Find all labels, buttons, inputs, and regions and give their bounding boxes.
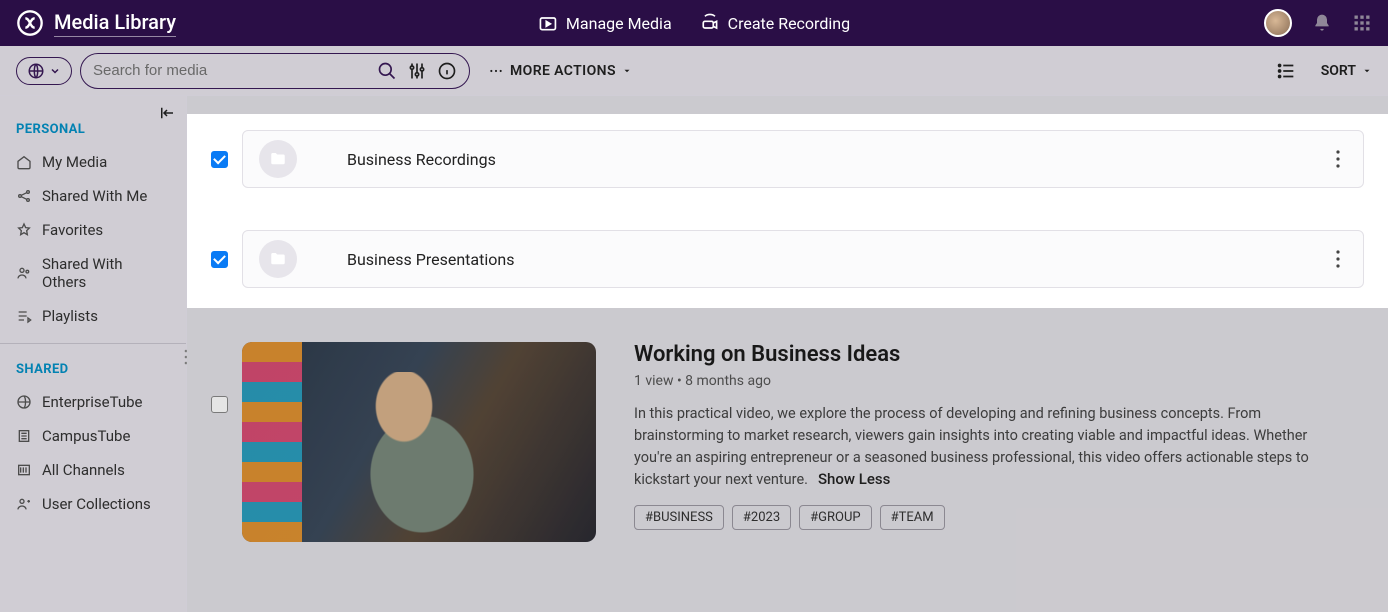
content-area: Business Recordings Business Presentatio… <box>187 96 1388 612</box>
media-description: In this practical video, we explore the … <box>634 403 1340 491</box>
selection-highlight-zone: Business Recordings Business Presentatio… <box>187 114 1388 308</box>
sidebar-item-label: Shared With Others <box>42 255 170 291</box>
logo-icon <box>16 9 44 37</box>
caret-down-icon <box>622 66 632 76</box>
sidebar-item-my-media[interactable]: My Media <box>0 145 186 179</box>
media-checkbox[interactable] <box>211 396 228 413</box>
sidebar-item-label: EnterpriseTube <box>42 393 143 411</box>
folder-play-icon <box>538 13 558 33</box>
sort-button[interactable]: SORT <box>1321 63 1372 79</box>
sidebar-item-campustube[interactable]: CampusTube <box>0 419 186 453</box>
sidebar-section-shared: SHARED <box>0 344 186 385</box>
sidebar-item-label: Playlists <box>42 307 98 325</box>
tags-row: #BUSINESS #2023 #GROUP #TEAM <box>634 505 1340 530</box>
scope-dropdown[interactable] <box>16 57 72 85</box>
chevron-down-icon <box>49 65 61 77</box>
sidebar-item-label: Favorites <box>42 221 103 239</box>
folder-more-button[interactable] <box>1329 243 1347 275</box>
toolbar: MORE ACTIONS SORT <box>0 46 1388 96</box>
app-title: Media Library <box>54 10 176 37</box>
sidebar-item-label: My Media <box>42 153 107 171</box>
tag[interactable]: #2023 <box>732 505 791 530</box>
app-logo[interactable]: Media Library <box>16 9 176 37</box>
tag[interactable]: #BUSINESS <box>634 505 724 530</box>
sidebar-item-label: CampusTube <box>42 427 130 445</box>
sidebar-item-favorites[interactable]: Favorites <box>0 213 186 247</box>
sidebar-item-all-channels[interactable]: All Channels <box>0 453 186 487</box>
search-input[interactable] <box>93 62 377 79</box>
nav-create-recording[interactable]: Create Recording <box>700 13 850 33</box>
folder-checkbox[interactable] <box>211 151 228 168</box>
sidebar: PERSONAL My Media Shared With Me Favorit… <box>0 96 187 612</box>
folder-icon <box>259 240 297 278</box>
folder-title: Business Presentations <box>347 250 514 269</box>
show-less-button[interactable]: Show Less <box>818 470 890 488</box>
tag[interactable]: #TEAM <box>880 505 945 530</box>
sidebar-item-label: Shared With Me <box>42 187 147 205</box>
more-actions-button[interactable]: MORE ACTIONS <box>488 63 632 79</box>
folder-checkbox[interactable] <box>211 251 228 268</box>
folder-card[interactable]: Business Recordings <box>242 130 1364 188</box>
app-header: Media Library Manage Media Create Record… <box>0 0 1388 46</box>
tag[interactable]: #GROUP <box>799 505 871 530</box>
filter-sliders-icon[interactable] <box>407 61 427 81</box>
nav-manage-media[interactable]: Manage Media <box>538 13 672 33</box>
sidebar-item-playlists[interactable]: Playlists <box>0 299 186 333</box>
caret-down-icon <box>1362 66 1372 76</box>
sidebar-item-enterprisetube[interactable]: EnterpriseTube <box>0 385 186 419</box>
camera-signal-icon <box>700 13 720 33</box>
nav-label: Manage Media <box>566 14 672 33</box>
sidebar-item-label: User Collections <box>42 495 151 513</box>
sidebar-item-shared-with-others[interactable]: Shared With Others <box>0 247 186 299</box>
sidebar-item-shared-with-me[interactable]: Shared With Me <box>0 179 186 213</box>
media-item-row: Working on Business Ideas 1 view • 8 mon… <box>187 308 1388 542</box>
more-actions-label: MORE ACTIONS <box>510 63 616 79</box>
media-meta: 1 view • 8 months ago <box>634 373 1340 389</box>
search-field-wrap <box>80 53 470 89</box>
notifications-icon[interactable] <box>1312 13 1332 33</box>
sidebar-item-label: All Channels <box>42 461 125 479</box>
folder-row: Business Presentations <box>187 230 1388 288</box>
globe-icon <box>27 62 45 80</box>
folder-icon <box>259 140 297 178</box>
info-icon[interactable] <box>437 61 457 81</box>
search-icon[interactable] <box>377 61 397 81</box>
folder-card[interactable]: Business Presentations <box>242 230 1364 288</box>
view-list-button[interactable] <box>1275 60 1297 82</box>
folder-more-button[interactable] <box>1329 143 1347 175</box>
apps-grid-icon[interactable] <box>1352 13 1372 33</box>
folder-title: Business Recordings <box>347 150 496 169</box>
media-thumbnail[interactable] <box>242 342 596 542</box>
media-title[interactable]: Working on Business Ideas <box>634 342 1340 367</box>
dots-horizontal-icon <box>488 63 504 79</box>
folder-row: Business Recordings <box>187 130 1388 188</box>
user-avatar[interactable] <box>1264 9 1292 37</box>
nav-label: Create Recording <box>728 14 850 33</box>
sort-label: SORT <box>1321 63 1356 79</box>
sidebar-item-user-collections[interactable]: User Collections <box>0 487 186 521</box>
collapse-sidebar-icon[interactable] <box>158 104 176 122</box>
